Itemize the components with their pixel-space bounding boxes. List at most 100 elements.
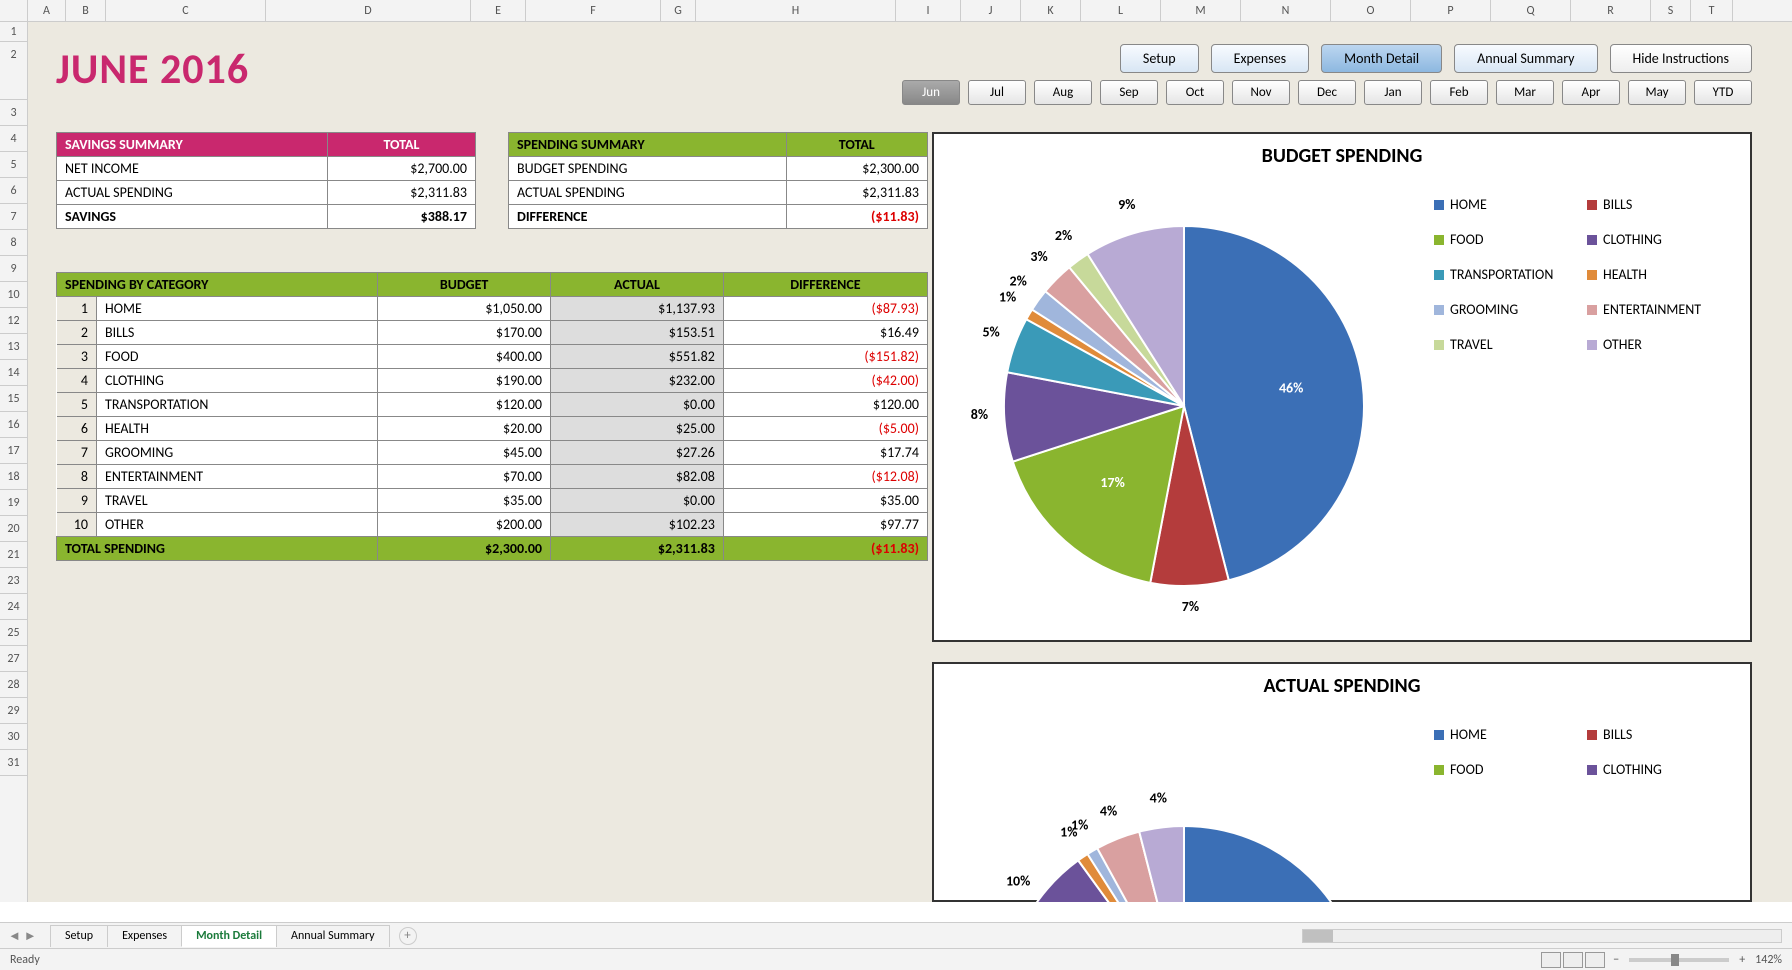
savings-total-val[interactable]: $388.17 [327, 205, 475, 229]
month-jan-button[interactable]: Jan [1364, 80, 1422, 105]
zoom-out-icon[interactable]: − [1613, 953, 1619, 967]
nav-expenses-button[interactable]: Expenses [1211, 44, 1310, 73]
spending-row-val[interactable]: $2,300.00 [786, 157, 927, 181]
column-header[interactable]: D [266, 0, 471, 21]
cat-row-name[interactable]: CLOTHING [97, 369, 378, 393]
cat-row-diff[interactable]: $16.49 [723, 321, 927, 345]
month-oct-button[interactable]: Oct [1166, 80, 1224, 105]
month-aug-button[interactable]: Aug [1034, 80, 1092, 105]
spending-row-val[interactable]: $2,311.83 [786, 181, 927, 205]
cat-row-budget[interactable]: $120.00 [378, 393, 551, 417]
cat-row-idx[interactable]: 2 [57, 321, 97, 345]
cat-row-budget[interactable]: $35.00 [378, 489, 551, 513]
row-header[interactable]: 12 [0, 308, 27, 334]
zoom-in-icon[interactable]: + [1739, 953, 1745, 967]
savings-total-label[interactable]: SAVINGS [57, 205, 328, 229]
row-header[interactable]: 4 [0, 126, 27, 152]
column-header[interactable]: L [1081, 0, 1161, 21]
cat-row-actual[interactable]: $551.82 [551, 345, 724, 369]
cat-row-diff[interactable]: ($42.00) [723, 369, 927, 393]
cat-total-label[interactable]: TOTAL SPENDING [57, 537, 378, 561]
cat-total-budget[interactable]: $2,300.00 [378, 537, 551, 561]
row-header[interactable]: 15 [0, 386, 27, 412]
row-header[interactable]: 25 [0, 620, 27, 646]
cat-row-idx[interactable]: 6 [57, 417, 97, 441]
nav-annual-summary-button[interactable]: Annual Summary [1454, 44, 1597, 73]
cat-row-actual[interactable]: $1,137.93 [551, 297, 724, 321]
cat-row-budget[interactable]: $20.00 [378, 417, 551, 441]
row-header[interactable]: 17 [0, 438, 27, 464]
column-header[interactable]: N [1241, 0, 1331, 21]
column-header[interactable]: M [1161, 0, 1241, 21]
row-header[interactable]: 16 [0, 412, 27, 438]
row-header[interactable]: 1 [0, 22, 27, 42]
month-dec-button[interactable]: Dec [1298, 80, 1356, 105]
cat-row-diff[interactable]: $35.00 [723, 489, 927, 513]
cat-row-name[interactable]: TRANSPORTATION [97, 393, 378, 417]
cat-row-budget[interactable]: $190.00 [378, 369, 551, 393]
spending-total-val[interactable]: ($11.83) [786, 205, 927, 229]
month-jul-button[interactable]: Jul [968, 80, 1026, 105]
column-header[interactable]: B [66, 0, 106, 21]
nav-setup-button[interactable]: Setup [1120, 44, 1199, 73]
cat-row-budget[interactable]: $45.00 [378, 441, 551, 465]
month-jun-button[interactable]: Jun [902, 80, 960, 105]
nav-hide-instructions-button[interactable]: Hide Instructions [1610, 44, 1752, 73]
cat-total-diff[interactable]: ($11.83) [723, 537, 927, 561]
sheet-tab-month-detail[interactable]: Month Detail [181, 925, 277, 947]
row-header[interactable]: 21 [0, 542, 27, 568]
zoom-slider[interactable] [1629, 958, 1729, 962]
budget-spending-chart[interactable]: BUDGET SPENDING 46%7%17%8%5%1%2%3%2%9% H… [932, 132, 1752, 642]
savings-row-label[interactable]: ACTUAL SPENDING [57, 181, 328, 205]
column-header[interactable]: A [28, 0, 66, 21]
cat-row-name[interactable]: BILLS [97, 321, 378, 345]
sheet-tab-expenses[interactable]: Expenses [107, 925, 182, 947]
actual-spending-chart[interactable]: ACTUAL SPENDING 49%7%24%10%1%1%4%4% HOME… [932, 662, 1752, 902]
month-mar-button[interactable]: Mar [1496, 80, 1554, 105]
row-header[interactable]: 8 [0, 230, 27, 256]
column-header[interactable]: Q [1491, 0, 1571, 21]
spending-row-label[interactable]: BUDGET SPENDING [509, 157, 787, 181]
column-header[interactable]: K [1021, 0, 1081, 21]
cat-row-name[interactable]: GROOMING [97, 441, 378, 465]
cat-row-budget[interactable]: $170.00 [378, 321, 551, 345]
savings-row-val[interactable]: $2,311.83 [327, 181, 475, 205]
column-header[interactable]: R [1571, 0, 1651, 21]
normal-view-icon[interactable] [1541, 952, 1561, 968]
cat-row-actual[interactable]: $0.00 [551, 489, 724, 513]
month-may-button[interactable]: May [1628, 80, 1686, 105]
add-sheet-button[interactable]: + [399, 927, 417, 945]
row-header[interactable]: 20 [0, 516, 27, 542]
cat-row-idx[interactable]: 8 [57, 465, 97, 489]
cat-row-name[interactable]: FOOD [97, 345, 378, 369]
sheet-tab-setup[interactable]: Setup [50, 925, 108, 947]
spending-total-label[interactable]: DIFFERENCE [509, 205, 787, 229]
cat-row-name[interactable]: ENTERTAINMENT [97, 465, 378, 489]
cat-row-diff[interactable]: $97.77 [723, 513, 927, 537]
column-header[interactable]: G [661, 0, 696, 21]
cat-row-idx[interactable]: 3 [57, 345, 97, 369]
page-break-view-icon[interactable] [1585, 952, 1605, 968]
cat-row-actual[interactable]: $102.23 [551, 513, 724, 537]
nav-month-detail-button[interactable]: Month Detail [1321, 44, 1442, 73]
cat-row-actual[interactable]: $82.08 [551, 465, 724, 489]
cat-row-diff[interactable]: ($5.00) [723, 417, 927, 441]
column-header[interactable]: F [526, 0, 661, 21]
cat-row-actual[interactable]: $153.51 [551, 321, 724, 345]
zoom-level[interactable]: 142% [1755, 953, 1782, 967]
month-ytd-button[interactable]: YTD [1694, 80, 1752, 105]
sheet-tab-annual-summary[interactable]: Annual Summary [276, 925, 389, 947]
month-nov-button[interactable]: Nov [1232, 80, 1290, 105]
cat-row-idx[interactable]: 5 [57, 393, 97, 417]
cat-row-actual[interactable]: $25.00 [551, 417, 724, 441]
row-header[interactable]: 28 [0, 672, 27, 698]
row-header[interactable]: 13 [0, 334, 27, 360]
column-header[interactable]: P [1411, 0, 1491, 21]
cat-row-diff[interactable]: ($87.93) [723, 297, 927, 321]
cat-row-diff[interactable]: ($151.82) [723, 345, 927, 369]
row-header[interactable]: 7 [0, 204, 27, 230]
column-header[interactable]: J [961, 0, 1021, 21]
column-header[interactable]: H [696, 0, 896, 21]
spending-row-label[interactable]: ACTUAL SPENDING [509, 181, 787, 205]
cat-row-actual[interactable]: $0.00 [551, 393, 724, 417]
